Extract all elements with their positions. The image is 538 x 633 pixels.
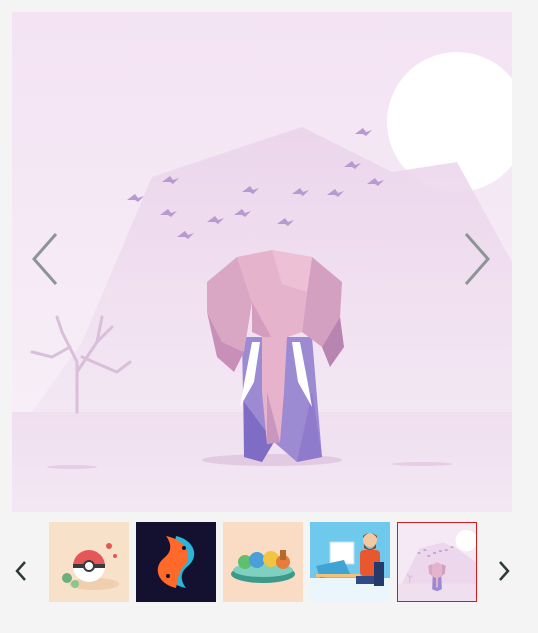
thumbnail-next-button[interactable] (496, 558, 512, 584)
elephant-illustration (12, 12, 512, 512)
thumbnail-pokeball[interactable] (49, 522, 129, 602)
chevron-right-icon (464, 233, 490, 285)
thumbnail-man-computer[interactable] (310, 522, 390, 602)
thumbnail-prev-button[interactable] (13, 558, 29, 584)
thumbnail-monsters[interactable] (223, 522, 303, 602)
previous-image-button[interactable] (28, 230, 64, 288)
chevron-left-icon (15, 561, 26, 581)
thumbnail-elephant[interactable] (397, 522, 477, 602)
next-image-button[interactable] (458, 230, 494, 288)
main-image-viewer (12, 12, 512, 512)
chevron-right-icon (499, 561, 510, 581)
thumbnail-fish[interactable] (136, 522, 216, 602)
chevron-left-icon (32, 233, 58, 285)
